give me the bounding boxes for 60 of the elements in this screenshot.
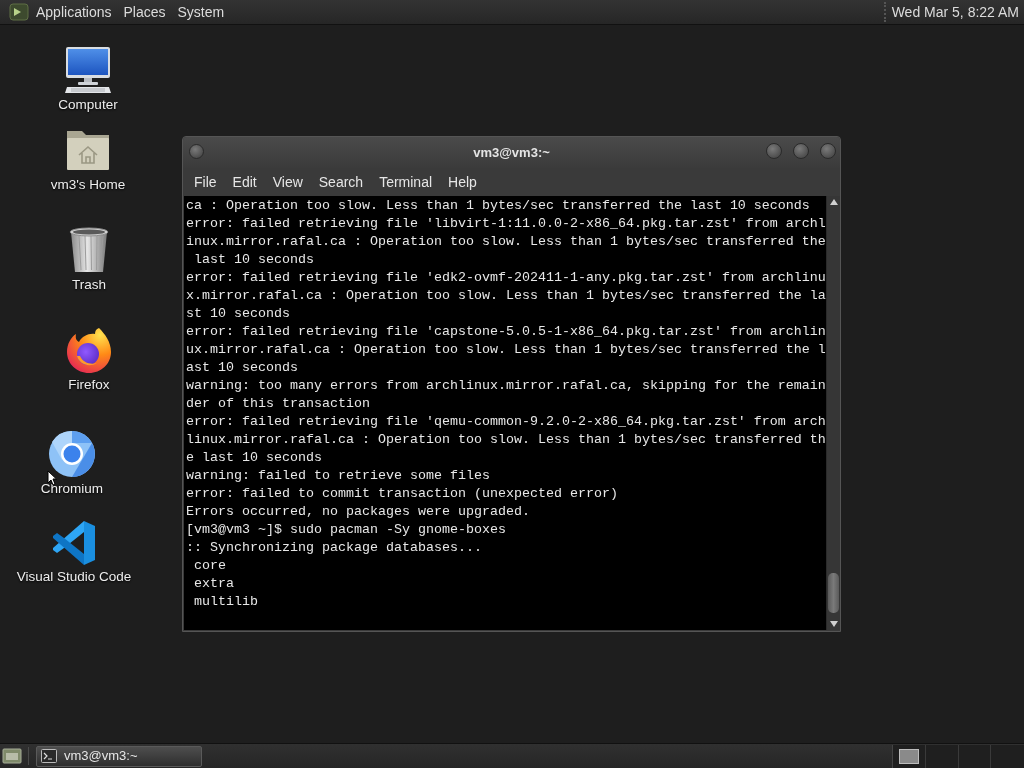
- window-title: vm3@vm3:~: [473, 143, 550, 162]
- desktop-icon-label[interactable]: Computer: [58, 97, 118, 113]
- close-button[interactable]: [820, 143, 836, 159]
- computer-monitor-icon: [63, 46, 113, 94]
- terminal-line: last 10 seconds: [193, 251, 315, 269]
- terminal-line: warning: failed to retrieve some files: [186, 467, 491, 485]
- desktop-icon-label[interactable]: Chromium: [40, 481, 104, 497]
- maximize-button[interactable]: [793, 143, 809, 159]
- scroll-down-arrow-icon[interactable]: [829, 621, 838, 627]
- desktop-icon-label[interactable]: Visual Studio Code: [16, 569, 132, 585]
- terminal-line: ast 10 seconds: [186, 359, 299, 377]
- terminal-line: Errors occurred, no packages were upgraded.: [186, 503, 531, 521]
- taskbar-button[interactable]: vm3@vm3:~: [36, 745, 202, 767]
- terminal-line: :: Synchronizing package databases...: [186, 539, 483, 557]
- scrollbar-thumb[interactable]: [828, 573, 839, 613]
- terminal-line: ca : Operation too slow. Less than 1 bytes/sec transferred the last 10 seconds: [186, 197, 811, 215]
- terminal-line: e last 10 seconds: [186, 449, 323, 467]
- app-menu-icon[interactable]: [9, 2, 29, 22]
- terminal-line: core: [193, 557, 227, 575]
- menu-item[interactable]: Terminal: [371, 170, 441, 194]
- terminal-line: error: failed retrieving file 'libvirt-1:11.0.0-2-x86_64.pkg.tar.zst' from archl: [186, 215, 826, 233]
- scroll-up-arrow-icon[interactable]: [829, 199, 838, 205]
- trash-can-icon: [67, 226, 111, 274]
- menu-item[interactable]: Search: [310, 170, 372, 194]
- terminal-line: [vm3@vm3 ~]$ sudo pacman -Sy gnome-boxes: [186, 521, 507, 539]
- terminal-line: extra: [193, 575, 235, 593]
- panel-menu[interactable]: Applications: [30, 0, 118, 25]
- menu-item[interactable]: View: [264, 170, 311, 194]
- terminal-line: multilib: [193, 593, 259, 611]
- scrollbar[interactable]: [826, 196, 840, 630]
- menu-item[interactable]: Help: [440, 170, 485, 194]
- terminal-line: inux.mirror.rafal.ca : Operation too slow. Less than 1 bytes/sec transferred the: [186, 233, 826, 251]
- terminal-line: ux.mirror.rafal.ca : Operation too slow. Less than 1 bytes/sec transferred the l: [186, 341, 826, 359]
- terminal-line: error: failed retrieving file 'qemu-common-9.2.0-2-x86_64.pkg.tar.zst' from arch: [186, 413, 826, 431]
- terminal-line: error: failed retrieving file 'capstone-5.0.5-1-x86_64.pkg.tar.zst' from archlin: [186, 323, 826, 341]
- mouse-pointer-icon: [47, 470, 57, 486]
- terminal-line: linux.mirror.rafal.ca : Operation too slow. Less than 1 bytes/sec transferred th: [186, 431, 826, 449]
- workspace-switcher[interactable]: [892, 744, 1024, 768]
- terminal-icon: [41, 749, 57, 763]
- terminal-line: st 10 seconds: [186, 305, 291, 323]
- minimize-button[interactable]: [766, 143, 782, 159]
- window-menu-button[interactable]: [189, 144, 204, 159]
- vscode-logo-icon: [51, 520, 97, 566]
- terminal-line: x.mirror.rafal.ca : Operation too slow. Less than 1 bytes/sec transferred the la: [186, 287, 826, 305]
- terminal-line: error: failed retrieving file 'edk2-ovmf-202411-1-any.pkg.tar.zst' from archlinu: [186, 269, 826, 287]
- panel-menu[interactable]: Places: [117, 0, 172, 25]
- terminal-line: der of this transaction: [186, 395, 371, 413]
- panel-menu[interactable]: System: [171, 0, 231, 25]
- menu-item[interactable]: Edit: [224, 170, 265, 194]
- firefox-logo-icon: [65, 326, 113, 374]
- desktop-icon-label[interactable]: Firefox: [68, 377, 110, 393]
- workspace-window-thumbnail[interactable]: [898, 748, 919, 764]
- terminal-line: error: failed to commit transaction (unexpected error): [186, 485, 619, 503]
- show-desktop-icon[interactable]: [2, 747, 22, 765]
- desktop-icon-label[interactable]: vm3's Home: [50, 177, 126, 193]
- chromium-logo-icon: [48, 430, 96, 478]
- menu-item[interactable]: File: [186, 170, 225, 194]
- terminal-line: warning: too many errors from archlinux.mirror.rafal.ca, skipping for the remain: [186, 377, 826, 395]
- desktop-icon-label[interactable]: Trash: [72, 277, 106, 293]
- clock[interactable]: Wed Mar 5, 8:22 AM: [891, 1, 1019, 23]
